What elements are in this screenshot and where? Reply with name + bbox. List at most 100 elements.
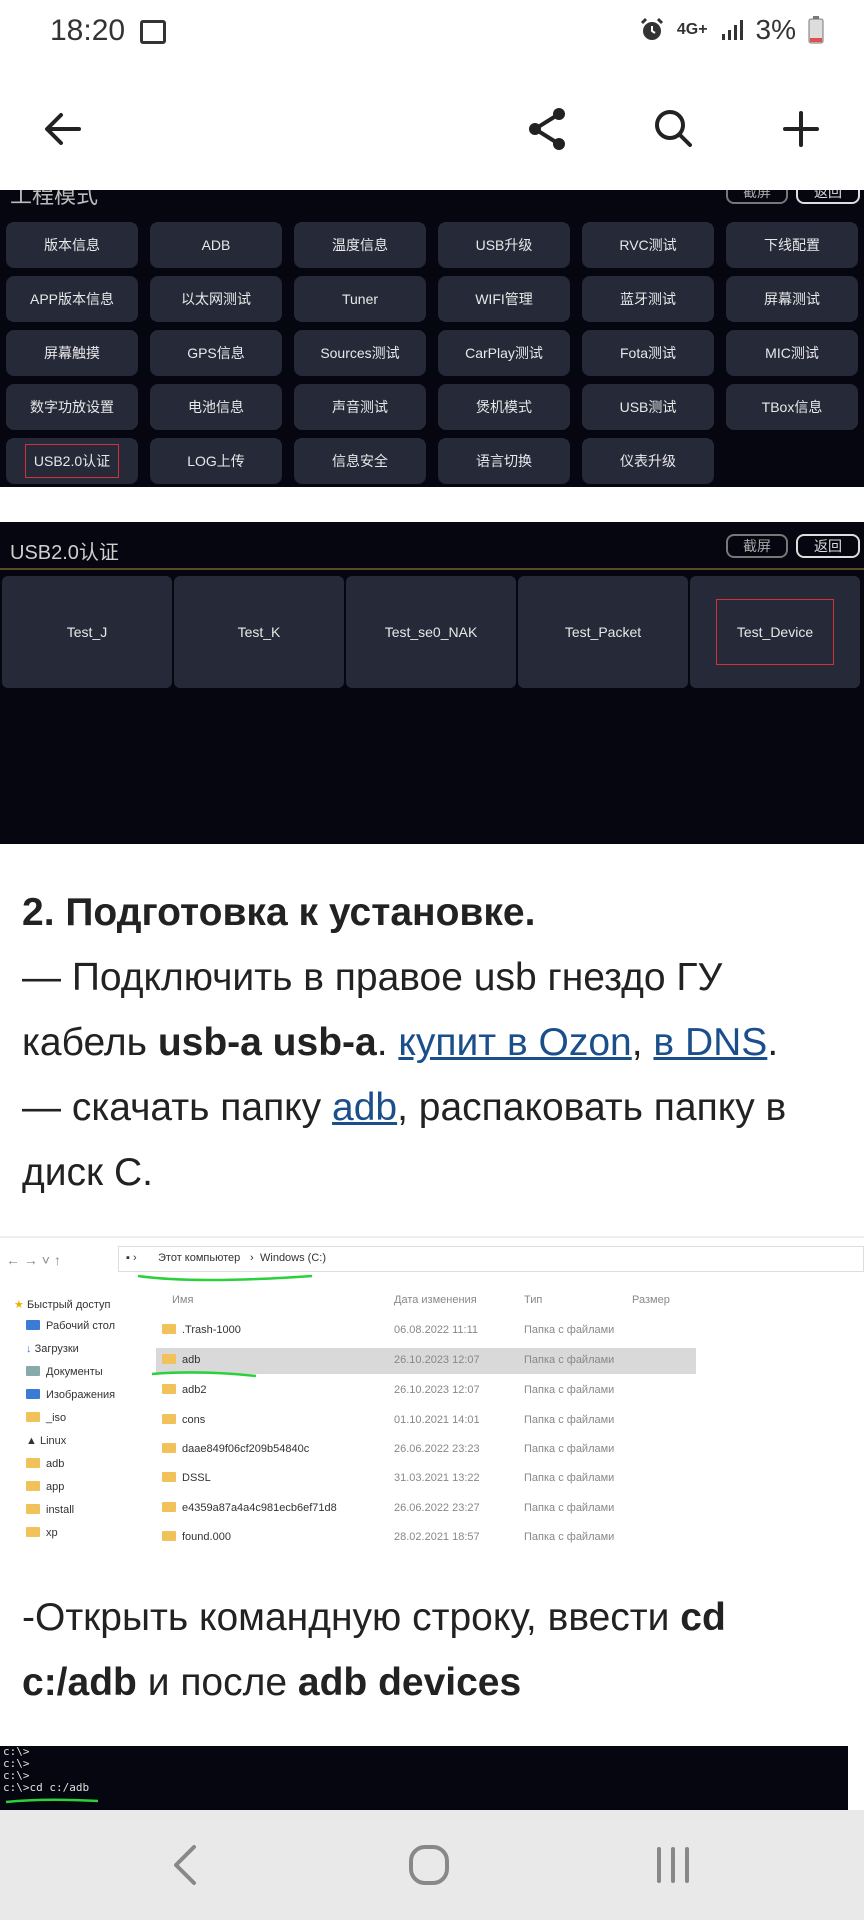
grid-button-label: Tuner — [341, 291, 379, 307]
plus-icon[interactable] — [766, 94, 836, 164]
signal-icon — [721, 20, 743, 40]
selection-frame: Test_Device — [716, 599, 834, 665]
grid-button[interactable]: 仪表升级 — [582, 438, 714, 484]
file-row[interactable]: found.000 28.02.2021 18:57 Папка с файла… — [156, 1525, 696, 1551]
col-header[interactable]: Дата изменения — [394, 1294, 477, 1306]
navigation-bar — [0, 1810, 864, 1920]
grid-button[interactable]: 屏幕触摸 — [6, 330, 138, 376]
file-row[interactable]: daae849f06cf209b54840c 26.06.2022 23:23 … — [156, 1437, 696, 1463]
file-row[interactable]: .Trash-1000 06.08.2022 11:11 Папка с фай… — [156, 1318, 696, 1344]
folder-icon — [162, 1414, 176, 1424]
back-arrow-icon[interactable] — [28, 94, 98, 164]
images-icon — [26, 1389, 40, 1399]
sidebar-item[interactable]: ▲ Linux — [26, 1435, 66, 1447]
grid-button[interactable]: Fota测试 — [582, 330, 714, 376]
grid-button[interactable]: MIC测试 — [726, 330, 858, 376]
file-row[interactable]: adb2 26.10.2023 12:07 Папка с файлами — [156, 1378, 696, 1404]
grid-button-label: WIFI管理 — [475, 291, 533, 307]
file-name: cons — [182, 1414, 206, 1426]
file-name: e4359a87a4a4c981ecb6ef71d8 — [182, 1502, 337, 1514]
screenshot-button[interactable]: 截屏 — [726, 534, 788, 558]
test-button[interactable]: Test_K — [174, 576, 344, 688]
test-device-button[interactable]: Test_Device — [690, 576, 860, 688]
grid-button[interactable]: WIFI管理 — [438, 276, 570, 322]
sidebar-item[interactable]: app — [26, 1481, 64, 1493]
grid-button[interactable]: TBox信息 — [726, 384, 858, 430]
path-item[interactable]: Этот компьютер — [158, 1252, 240, 1264]
grid-button[interactable]: Sources测试 — [294, 330, 426, 376]
file-type: Папка с файлами — [524, 1384, 615, 1396]
grid-button[interactable]: GPS信息 — [150, 330, 282, 376]
usb20-cert-button[interactable]: USB2.0认证 — [6, 438, 138, 484]
return-button[interactable]: 返回 — [796, 534, 860, 558]
file-row[interactable]: DSSL 31.03.2021 13:22 Папка с файлами — [156, 1466, 696, 1492]
grid-button[interactable]: LOG上传 — [150, 438, 282, 484]
col-header[interactable]: Размер — [632, 1294, 670, 1306]
ozon-link[interactable]: купит в Ozon — [398, 1021, 631, 1064]
grid-button[interactable]: 版本信息 — [6, 222, 138, 268]
search-icon[interactable] — [638, 94, 708, 164]
grid-button-label: CarPlay测试 — [465, 345, 543, 361]
nav-back-icon[interactable] — [160, 1840, 210, 1890]
grid-button[interactable]: CarPlay测试 — [438, 330, 570, 376]
grid-button-label: 屏幕测试 — [764, 291, 820, 307]
file-type: Папка с файлами — [524, 1472, 615, 1484]
grid-button[interactable]: 蓝牙测试 — [582, 276, 714, 322]
file-type: Папка с файлами — [524, 1324, 615, 1336]
dns-link[interactable]: в DNS — [653, 1021, 767, 1064]
grid-button-label: USB升级 — [475, 237, 533, 253]
sidebar-item[interactable]: install — [26, 1504, 74, 1516]
test-button[interactable]: Test_J — [2, 576, 172, 688]
grid-button-label: 温度信息 — [332, 237, 388, 253]
nav-recents-icon[interactable] — [648, 1840, 698, 1890]
grid-button[interactable]: 语言切换 — [438, 438, 570, 484]
file-name: DSSL — [182, 1472, 211, 1484]
folder-icon — [26, 1504, 40, 1514]
grid-button[interactable]: 煲机模式 — [438, 384, 570, 430]
sidebar-item[interactable]: Документы — [26, 1366, 103, 1378]
path-item[interactable]: Windows (C:) — [260, 1252, 326, 1264]
grid-button-label: RVC测试 — [619, 237, 677, 253]
grid-button[interactable]: 声音测试 — [294, 384, 426, 430]
grid-button[interactable]: 数字功放设置 — [6, 384, 138, 430]
test-label: Test_Packet — [564, 624, 642, 640]
file-name: adb2 — [182, 1384, 207, 1396]
grid-button[interactable]: USB升级 — [438, 222, 570, 268]
grid-button[interactable]: 电池信息 — [150, 384, 282, 430]
test-label: Test_J — [66, 624, 108, 640]
screenshot-button[interactable]: 截屏 — [726, 190, 788, 204]
return-button[interactable]: 返回 — [796, 190, 860, 204]
col-header[interactable]: Тип — [524, 1294, 542, 1306]
nav-home-icon[interactable] — [404, 1840, 454, 1890]
col-header[interactable]: Имя — [172, 1294, 193, 1306]
text: -Открыть командную строку, ввести — [22, 1596, 681, 1639]
grid-button[interactable]: RVC测试 — [582, 222, 714, 268]
grid-button[interactable]: USB测试 — [582, 384, 714, 430]
sidebar-item[interactable]: Рабочий стол — [26, 1320, 115, 1332]
documents-icon — [26, 1366, 40, 1376]
sidebar-item[interactable]: xp — [26, 1527, 58, 1539]
grid-button[interactable]: 温度信息 — [294, 222, 426, 268]
quick-access[interactable]: ★ Быстрый доступ — [14, 1298, 110, 1311]
grid-button[interactable]: 信息安全 — [294, 438, 426, 484]
share-icon[interactable] — [512, 94, 582, 164]
sidebar-item[interactable]: Изображения — [26, 1389, 115, 1401]
sidebar-item[interactable]: ↓ Загрузки — [26, 1343, 79, 1355]
grid-button-label: 信息安全 — [332, 453, 388, 469]
grid-button[interactable]: APP版本信息 — [6, 276, 138, 322]
terminal-screenshot: c:\> c:\> c:\> c:\>cd c:/adb — [0, 1746, 848, 1810]
alarm-icon — [640, 17, 663, 40]
sidebar-item[interactable]: adb — [26, 1458, 64, 1470]
test-button[interactable]: Test_Packet — [518, 576, 688, 688]
grid-button[interactable]: 下线配置 — [726, 222, 858, 268]
file-row[interactable]: e4359a87a4a4c981ecb6ef71d8 26.06.2022 23… — [156, 1496, 696, 1522]
adb-link[interactable]: adb — [332, 1086, 397, 1129]
battery-icon — [808, 16, 824, 44]
test-button[interactable]: Test_se0_NAK — [346, 576, 516, 688]
file-row[interactable]: cons 01.10.2021 14:01 Папка с файлами — [156, 1408, 696, 1434]
grid-button[interactable]: 以太网测试 — [150, 276, 282, 322]
grid-button[interactable]: ADB — [150, 222, 282, 268]
grid-button[interactable]: 屏幕测试 — [726, 276, 858, 322]
sidebar-item[interactable]: _iso — [26, 1412, 66, 1424]
grid-button[interactable]: Tuner — [294, 276, 426, 322]
